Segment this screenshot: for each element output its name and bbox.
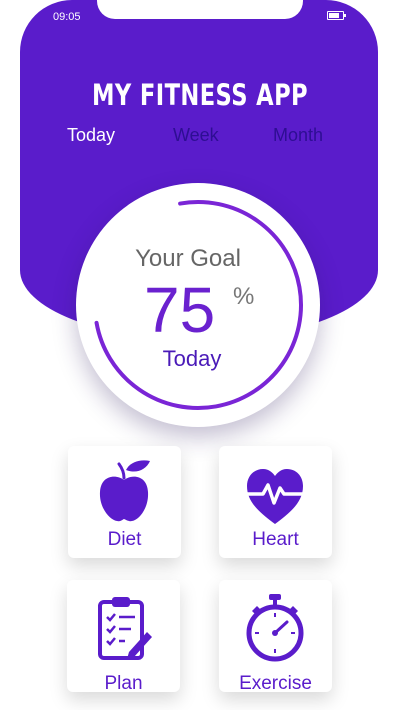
heart-pulse-icon: [245, 469, 306, 524]
status-time: 09:05: [53, 11, 81, 23]
tab-week[interactable]: Week: [173, 125, 219, 146]
diet-card[interactable]: Diet: [68, 446, 181, 558]
apple-icon: [99, 460, 150, 522]
goal-period: Today: [162, 346, 222, 371]
heart-label: Heart: [252, 529, 299, 550]
exercise-label: Exercise: [239, 673, 312, 694]
app-title: MY FITNESS APP: [91, 78, 309, 112]
phone-screen: 09:05 MY FITNESS APP Today Week Month Yo…: [0, 0, 400, 710]
goal-unit: %: [233, 283, 255, 310]
battery-icon: [327, 11, 346, 20]
clipboard-icon: [98, 597, 152, 660]
goal-label: Your Goal: [135, 245, 241, 272]
plan-card[interactable]: Plan: [67, 580, 180, 694]
tab-month[interactable]: Month: [273, 125, 323, 146]
goal-value: 75: [144, 274, 216, 346]
period-tabs: Today Week Month: [0, 125, 400, 149]
goal-progress: Your Goal 75 % Today: [76, 183, 320, 427]
exercise-card[interactable]: Exercise: [219, 580, 332, 694]
stopwatch-icon: [246, 594, 304, 662]
plan-label: Plan: [104, 673, 143, 694]
tab-today[interactable]: Today: [67, 125, 115, 146]
diet-label: Diet: [107, 529, 142, 550]
phone-notch: [97, 0, 303, 19]
heart-card[interactable]: Heart: [219, 446, 332, 558]
